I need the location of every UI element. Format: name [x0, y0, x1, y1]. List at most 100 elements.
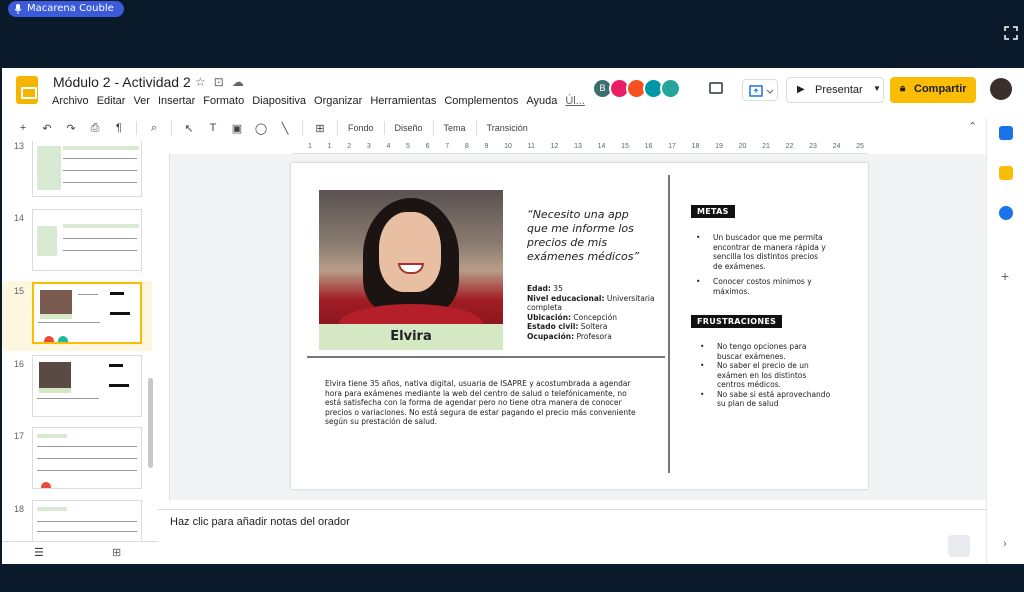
grid-view-icon[interactable]: ⊞	[112, 546, 121, 559]
menu-insertar[interactable]: Insertar	[158, 95, 195, 107]
line-icon[interactable]: ╲	[278, 122, 292, 135]
zoom-icon[interactable]: ⌕	[147, 122, 161, 135]
presenter-pill: Macarena Couble	[8, 1, 124, 17]
persona-facts[interactable]: Edad: 35 Nivel educacional: Universitari…	[527, 284, 667, 341]
menu-diapositiva[interactable]: Diapositiva	[252, 95, 306, 107]
collapse-toolbar-icon[interactable]: ⌃	[968, 120, 977, 133]
persona-quote[interactable]: “Necesito una app que me informe los pre…	[527, 208, 647, 264]
menu-last-edit[interactable]: Úl...	[565, 95, 585, 107]
list-item: Conocer costos mínimos y máximos.	[693, 277, 829, 296]
document-title[interactable]: Módulo 2 - Actividad 2	[53, 74, 191, 90]
menu-complementos[interactable]: Complementos	[444, 95, 518, 107]
select-cursor-icon[interactable]: ↖	[182, 122, 196, 135]
list-item: Un buscador que me permita encontrar de …	[693, 233, 829, 271]
persona-slide[interactable]: Elvira “Necesito una app que me informe …	[291, 163, 868, 489]
chevron-right-icon[interactable]: ›	[1003, 538, 1007, 550]
slide-number: 17	[14, 431, 25, 441]
image-icon[interactable]: ▣	[230, 122, 244, 135]
menu-editar[interactable]: Editar	[97, 95, 126, 107]
divider	[136, 121, 137, 135]
slide-number: 14	[14, 213, 25, 223]
horizontal-ruler: 1 1 2 3 4 5 6 7 8 9 10 11 12 13 14 15 16 17 18 19 20 21 22 23 24…	[292, 141, 868, 154]
divider	[475, 121, 477, 135]
share-button[interactable]: 🔒︎ Compartir	[890, 77, 976, 103]
move-folder-icon[interactable]: ⊡	[214, 75, 224, 89]
slide-thumbnail-17[interactable]	[32, 427, 142, 489]
text-box-icon[interactable]: T	[206, 122, 220, 134]
list-item: No sabe si está aprovechando su plan de …	[697, 390, 833, 409]
menu-ver[interactable]: Ver	[133, 95, 150, 107]
slide-number: 13	[14, 141, 25, 151]
user-avatar[interactable]	[990, 78, 1012, 100]
menu-archivo[interactable]: Archivo	[52, 95, 89, 107]
metas-heading[interactable]: METAS	[691, 205, 735, 218]
calendar-icon[interactable]	[999, 126, 1013, 140]
layout-button[interactable]: Diseño	[395, 123, 423, 133]
persona-name[interactable]: Elvira	[319, 324, 503, 350]
persona-photo[interactable]	[319, 190, 503, 344]
slide-thumbnail-14[interactable]	[32, 209, 142, 271]
frustraciones-heading[interactable]: FRUSTRACIONES	[691, 315, 783, 328]
present-button[interactable]: ▶ Presentar ▼	[786, 77, 884, 103]
fullscreen-icon[interactable]	[1004, 26, 1018, 40]
slides-app: Módulo 2 - Actividad 2 ☆ ⊡ ☁ Archivo Edi…	[2, 68, 1024, 564]
share-label: Compartir	[914, 83, 967, 95]
slide-number: 15	[14, 286, 25, 296]
list-item: No saber el precio de un exámen en los d…	[697, 361, 833, 390]
present-label: Presentar	[815, 84, 863, 96]
slide-thumbnail-18[interactable]	[32, 500, 142, 541]
title-bar: Módulo 2 - Actividad 2 ☆ ⊡ ☁ Archivo Edi…	[2, 68, 1024, 118]
menu-organizar[interactable]: Organizar	[314, 95, 362, 107]
presenter-name: Macarena Couble	[27, 3, 114, 14]
play-icon: ▶	[797, 84, 805, 95]
undo-icon[interactable]: ↶	[40, 122, 54, 135]
slide-thumbnail-15[interactable]	[32, 282, 142, 344]
add-addon-icon[interactable]: +	[1001, 268, 1009, 284]
redo-icon[interactable]: ↷	[64, 122, 78, 135]
collaborator-avatars: B	[592, 78, 681, 99]
lock-icon: 🔒︎	[900, 83, 906, 94]
add-comment-icon[interactable]: ⊞	[313, 122, 327, 135]
meet-top-bar	[0, 0, 1024, 68]
present-screen-icon	[749, 85, 774, 97]
notes-assist-icon[interactable]	[948, 535, 970, 557]
keep-icon[interactable]	[999, 166, 1013, 180]
menu-formato[interactable]: Formato	[203, 95, 244, 107]
slides-logo-icon[interactable]	[16, 76, 38, 104]
avatar[interactable]	[660, 78, 681, 99]
divider	[171, 121, 172, 135]
menu-herramientas[interactable]: Herramientas	[370, 95, 436, 107]
print-icon[interactable]: ⎙	[88, 122, 102, 135]
menu-bar: Archivo Editar Ver Insertar Formato Diap…	[52, 95, 585, 107]
shape-icon[interactable]: ◯	[254, 122, 268, 135]
background-button[interactable]: Fondo	[348, 123, 374, 133]
transition-button[interactable]: Transición	[487, 123, 528, 133]
slide-number: 16	[14, 359, 25, 369]
list-view-icon[interactable]: ☰	[34, 546, 44, 559]
present-to-meeting-button[interactable]	[742, 79, 778, 101]
divider	[432, 121, 434, 135]
menu-ayuda[interactable]: Ayuda	[526, 95, 557, 107]
new-slide-icon[interactable]: +	[16, 122, 30, 134]
persona-description[interactable]: Elvira tiene 35 años, nativa digital, us…	[325, 379, 645, 427]
comments-icon[interactable]	[709, 82, 723, 94]
frustraciones-list[interactable]: No tengo opciones para buscar exámenes. …	[697, 342, 833, 409]
tasks-icon[interactable]	[999, 206, 1013, 220]
divider	[302, 121, 303, 135]
list-item: No tengo opciones para buscar exámenes.	[697, 342, 833, 361]
microphone-icon	[14, 4, 22, 14]
star-icon[interactable]: ☆	[195, 75, 206, 89]
slide-canvas[interactable]: Elvira “Necesito una app que me informe …	[170, 154, 986, 500]
theme-button[interactable]: Tema	[444, 123, 466, 133]
filmstrip-scrollbar[interactable]	[148, 378, 153, 468]
metas-list[interactable]: Un buscador que me permita encontrar de …	[693, 233, 829, 302]
paint-format-icon[interactable]: ¶	[112, 122, 126, 134]
speaker-notes[interactable]: Haz clic para añadir notas del orador	[158, 509, 986, 564]
chevron-down-icon[interactable]: ▼	[873, 84, 881, 93]
slide-thumbnail-13[interactable]	[32, 141, 142, 197]
cloud-status-icon[interactable]: ☁	[232, 75, 244, 89]
slide-thumbnail-16[interactable]	[32, 355, 142, 417]
divider	[383, 121, 385, 135]
divider	[668, 175, 670, 473]
filmstrip-view-switch: ☰ ⊞	[2, 541, 158, 564]
